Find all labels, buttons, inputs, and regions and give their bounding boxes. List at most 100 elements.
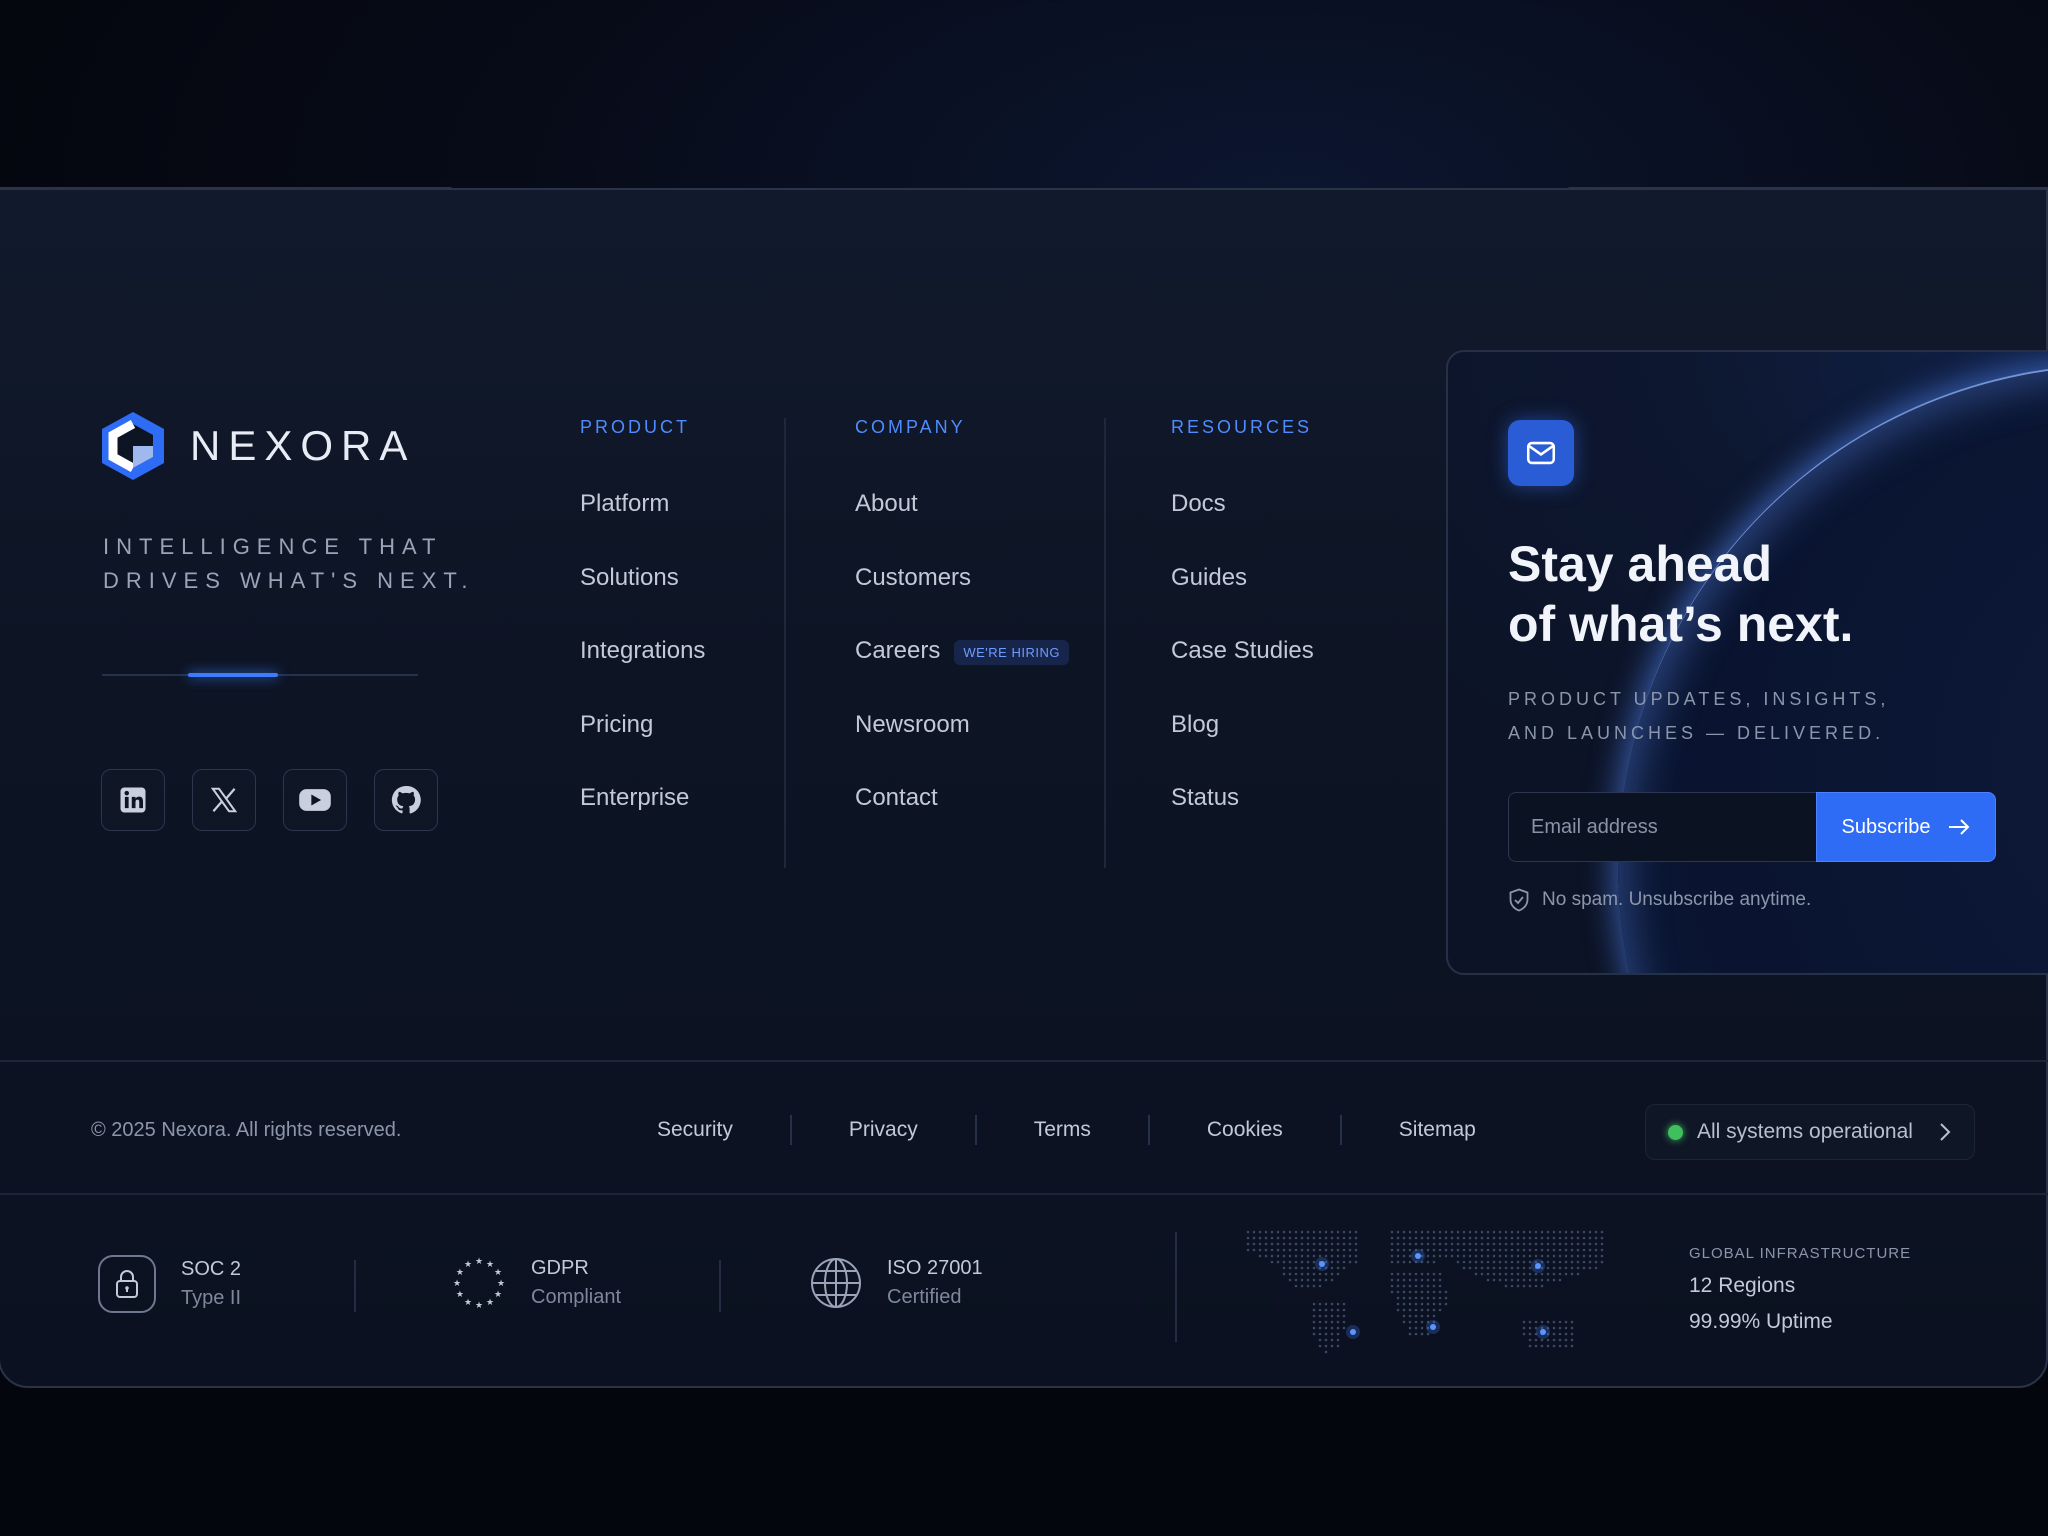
- star-icon: ★: [494, 1268, 502, 1278]
- newsletter-card: Stay ahead of what’s next. Product updat…: [1446, 350, 2048, 975]
- youtube-button[interactable]: [283, 769, 347, 831]
- legal-link-privacy[interactable]: Privacy: [792, 1118, 975, 1142]
- star-icon: ★: [494, 1290, 502, 1300]
- no-spam-note: No spam. Unsubscribe anytime.: [1508, 888, 1811, 912]
- newsletter-subtitle: Product updates, insights, and launches …: [1508, 689, 1890, 743]
- footer-link-status[interactable]: Status: [1171, 784, 1314, 858]
- star-icon: ★: [497, 1279, 505, 1289]
- gdpr-sub: Compliant: [531, 1286, 622, 1308]
- brand-tagline: Intelligence that drives what's next.: [103, 534, 475, 593]
- mail-badge: [1508, 420, 1574, 486]
- linkedin-button[interactable]: [101, 769, 165, 831]
- system-status-button[interactable]: All systems operational: [1645, 1104, 1975, 1160]
- star-icon: ★: [456, 1268, 464, 1278]
- star-icon: ★: [486, 1260, 494, 1270]
- globe-icon: [811, 1258, 861, 1308]
- shield-check-icon: [1509, 888, 1529, 912]
- region-marker: [1430, 1324, 1436, 1330]
- gdpr-title: GDPR: [531, 1257, 589, 1279]
- hiring-badge: WE'RE HIRING: [954, 640, 1069, 665]
- world-map-illustration: [1246, 1230, 1604, 1354]
- star-icon: ★: [464, 1298, 472, 1308]
- legal-link-security[interactable]: Security: [600, 1118, 790, 1142]
- star-icon: ★: [456, 1290, 464, 1300]
- column-divider: [784, 418, 786, 868]
- separator: [354, 1260, 356, 1312]
- region-marker: [1535, 1263, 1541, 1269]
- product-links: Platform Solutions Integrations Pricing …: [580, 490, 705, 858]
- footer-link-platform[interactable]: Platform: [580, 490, 705, 564]
- footer-link-guides[interactable]: Guides: [1171, 564, 1314, 638]
- eu-stars-icon: ★★★★★★★★★ ★ ★★: [453, 1257, 505, 1311]
- region-marker: [1319, 1261, 1325, 1267]
- copyright: © 2025 Nexora. All rights reserved.: [91, 1119, 402, 1141]
- newsletter-title: Stay ahead of what’s next.: [1508, 536, 1854, 652]
- column-divider: [1104, 418, 1106, 868]
- compliance-iso: ISO 27001 Certified: [809, 1254, 983, 1312]
- footer-link-pricing[interactable]: Pricing: [580, 711, 705, 785]
- github-icon: [391, 785, 421, 814]
- chevron-right-icon: [1940, 1123, 1951, 1141]
- separator: [719, 1260, 721, 1312]
- github-button[interactable]: [374, 769, 438, 831]
- brand-name: NEXORA: [190, 422, 416, 469]
- mail-icon: [1526, 441, 1556, 465]
- footer-link-blog[interactable]: Blog: [1171, 711, 1314, 785]
- brand-logo[interactable]: NEXORA: [98, 410, 415, 482]
- star-icon: ★: [475, 1301, 483, 1311]
- footer-link-contact[interactable]: Contact: [855, 784, 1069, 858]
- legal-link-sitemap[interactable]: Sitemap: [1342, 1118, 1533, 1142]
- youtube-icon: [299, 789, 331, 811]
- status-text: All systems operational: [1697, 1120, 1913, 1143]
- resources-links: Docs Guides Case Studies Blog Status: [1171, 490, 1314, 858]
- status-dot: [1668, 1124, 1683, 1140]
- iso-title: ISO 27001: [887, 1257, 983, 1279]
- infrastructure-regions: 12 Regions: [1689, 1274, 1796, 1297]
- resources-heading: RESOURCES: [1171, 417, 1313, 437]
- x-icon: [210, 787, 238, 813]
- planet-illustration: [1618, 364, 2048, 973]
- arrow-right-icon: [1949, 819, 1970, 835]
- x-button[interactable]: [192, 769, 256, 831]
- lock-icon: [98, 1255, 156, 1313]
- footer-link-customers[interactable]: Customers: [855, 564, 1069, 638]
- footer-link-newsroom[interactable]: Newsroom: [855, 711, 1069, 785]
- footer-link-careers-row: Careers WE'RE HIRING: [855, 637, 1069, 711]
- subscribe-label: Subscribe: [1841, 815, 1931, 838]
- legal-link-cookies[interactable]: Cookies: [1150, 1118, 1340, 1142]
- star-icon: ★: [464, 1260, 472, 1270]
- no-spam-text: No spam. Unsubscribe anytime.: [1542, 889, 1812, 910]
- footer-link-solutions[interactable]: Solutions: [580, 564, 705, 638]
- nexora-logo-icon: [102, 412, 164, 480]
- region-marker: [1415, 1253, 1421, 1259]
- star-icon: ★: [453, 1279, 461, 1289]
- soc2-sub: Type II: [181, 1287, 242, 1309]
- footer-link-case-studies[interactable]: Case Studies: [1171, 637, 1314, 711]
- footer-link-docs[interactable]: Docs: [1171, 490, 1314, 564]
- star-icon: ★: [486, 1298, 494, 1308]
- region-marker: [1540, 1329, 1546, 1335]
- footer-link-about[interactable]: About: [855, 490, 1069, 564]
- region-marker: [1350, 1329, 1356, 1335]
- footer-link-enterprise[interactable]: Enterprise: [580, 784, 705, 858]
- footer-link-careers[interactable]: Careers: [855, 637, 940, 665]
- footer-link-integrations[interactable]: Integrations: [580, 637, 705, 711]
- email-field[interactable]: [1508, 792, 1816, 862]
- legal-link-terms[interactable]: Terms: [977, 1118, 1148, 1142]
- subscribe-button[interactable]: Subscribe: [1816, 792, 1996, 862]
- linkedin-icon: [120, 787, 146, 813]
- compliance-gdpr: ★ ★ ★ ★ ★ ★ ★ ★ ★ ★ ★ ★ GDPR Compliant: [451, 1254, 621, 1312]
- infrastructure-uptime: 99.99% Uptime: [1689, 1310, 1833, 1333]
- legal-links: Security Privacy Terms Cookies Sitemap: [600, 1112, 1533, 1148]
- separator: [1175, 1232, 1177, 1342]
- iso-sub: Certified: [887, 1286, 962, 1308]
- divider: [0, 1193, 2048, 1195]
- star-icon: ★: [475, 1257, 483, 1267]
- compliance-soc2: SOC 2 Type II: [97, 1254, 241, 1314]
- company-heading: COMPANY: [855, 417, 966, 437]
- divider: [0, 1060, 2048, 1062]
- brand-divider: [102, 673, 418, 677]
- infrastructure-label: GLOBAL INFRASTRUCTURE: [1689, 1245, 1912, 1262]
- soc2-title: SOC 2: [181, 1258, 242, 1280]
- social-links: [101, 769, 438, 831]
